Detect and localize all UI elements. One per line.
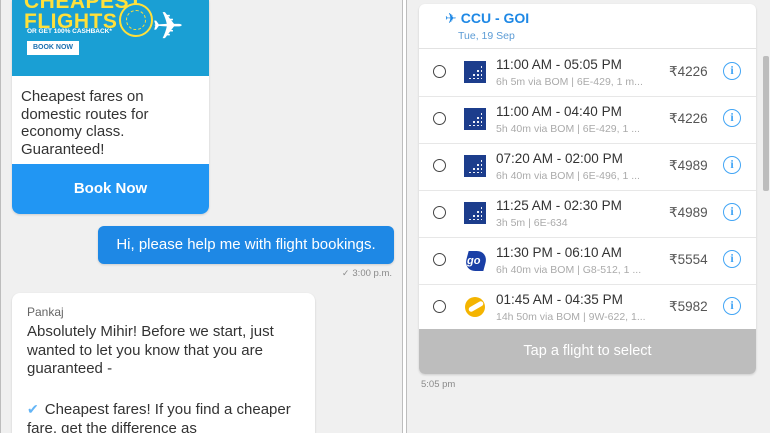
flight-detail: 6h 5m via BOM | 6E-429, 1 m... bbox=[496, 76, 643, 88]
book-now-button[interactable]: Book Now bbox=[12, 164, 209, 214]
indigo-logo-icon bbox=[464, 155, 486, 177]
user-message-time: ✓ 3:00 p.m. bbox=[341, 268, 392, 279]
scrollbar[interactable] bbox=[763, 56, 769, 191]
bot-message-text: Absolutely Mihir! Before we start, just … bbox=[27, 323, 274, 377]
promo-banner[interactable]: Cheapest Flights OR GET 100% CASHBACK* B… bbox=[12, 0, 209, 76]
guarantee-badge-icon bbox=[119, 3, 153, 37]
chat-panel-right: ✈ CCU - GOI Tue, 19 Sep 11:00 AM - 05:05 … bbox=[406, 0, 770, 433]
user-message-bubble: Hi, please help me with flight bookings. bbox=[98, 226, 394, 264]
flight-radio[interactable] bbox=[433, 300, 446, 313]
goair-logo-icon bbox=[464, 249, 486, 271]
flight-price: ₹5554 bbox=[669, 252, 708, 267]
bot-message-time: 5:05 pm bbox=[421, 379, 456, 390]
flight-row[interactable]: 11:25 AM - 02:30 PM 3h 5m | 6E-634 ₹4989… bbox=[419, 190, 756, 238]
flight-time: 11:00 AM - 04:40 PM bbox=[496, 104, 622, 119]
airplane-icon: ✈ bbox=[152, 6, 184, 48]
promo-card: Cheapest Flights OR GET 100% CASHBACK* B… bbox=[12, 0, 209, 214]
indigo-logo-icon bbox=[464, 108, 486, 130]
indigo-logo-icon bbox=[464, 61, 486, 83]
info-icon[interactable]: i bbox=[723, 156, 741, 174]
sent-check-icon: ✓ bbox=[341, 268, 350, 278]
info-icon[interactable]: i bbox=[723, 297, 741, 315]
flight-price: ₹5982 bbox=[669, 299, 708, 314]
flight-time: 07:20 AM - 02:00 PM bbox=[496, 151, 623, 166]
airplane-icon: ✈ bbox=[445, 10, 457, 26]
flight-row[interactable]: 07:20 AM - 02:00 PM 6h 40m via BOM | 6E-… bbox=[419, 143, 756, 191]
flight-radio[interactable] bbox=[433, 159, 446, 172]
flight-radio[interactable] bbox=[433, 253, 446, 266]
info-icon[interactable]: i bbox=[723, 250, 741, 268]
promo-description: Cheapest fares on domestic routes for ec… bbox=[21, 88, 149, 158]
info-icon[interactable]: i bbox=[723, 62, 741, 80]
flight-detail: 6h 40m via BOM | 6E-496, 1 ... bbox=[496, 170, 640, 182]
flight-price: ₹4989 bbox=[669, 158, 708, 173]
flight-price: ₹4989 bbox=[669, 205, 708, 220]
flight-detail: 3h 5m | 6E-634 bbox=[496, 217, 568, 229]
flight-row[interactable]: 01:45 AM - 04:35 PM 14h 50m via BOM | 9W… bbox=[419, 284, 756, 332]
promo-cashback-text: OR GET 100% CASHBACK* bbox=[27, 28, 112, 35]
route-title: ✈ CCU - GOI bbox=[445, 10, 530, 26]
route-date: Tue, 19 Sep bbox=[458, 30, 515, 42]
flight-row[interactable]: 11:00 AM - 05:05 PM 6h 5m via BOM | 6E-4… bbox=[419, 49, 756, 97]
route-header: ✈ CCU - GOI Tue, 19 Sep bbox=[419, 4, 756, 49]
flight-detail: 14h 50m via BOM | 9W-622, 1... bbox=[496, 311, 646, 323]
select-flight-button[interactable]: Tap a flight to select bbox=[419, 329, 756, 374]
flight-price: ₹4226 bbox=[669, 64, 708, 79]
flight-row[interactable]: 11:30 PM - 06:10 AM 6h 40m via BOM | G8-… bbox=[419, 237, 756, 285]
indigo-logo-icon bbox=[464, 202, 486, 224]
flight-row[interactable]: 11:00 AM - 04:40 PM 5h 40m via BOM | 6E-… bbox=[419, 96, 756, 144]
promo-book-now-button[interactable]: BOOK NOW bbox=[27, 41, 79, 55]
flight-radio[interactable] bbox=[433, 206, 446, 219]
bot-bullet: ✔ Cheapest fares! If you find a cheaper f… bbox=[27, 401, 291, 433]
flight-time: 11:25 AM - 02:30 PM bbox=[496, 198, 622, 213]
chat-panel-left: Cheapest Flights OR GET 100% CASHBACK* B… bbox=[0, 0, 403, 433]
flight-time: 01:45 AM - 04:35 PM bbox=[496, 292, 623, 307]
flight-time: 11:30 PM - 06:10 AM bbox=[496, 245, 622, 260]
bot-sender-name: Pankaj bbox=[27, 305, 64, 319]
flight-radio[interactable] bbox=[433, 65, 446, 78]
jet-airways-logo-icon bbox=[464, 296, 486, 318]
info-icon[interactable]: i bbox=[723, 203, 741, 221]
info-icon[interactable]: i bbox=[723, 109, 741, 127]
flight-detail: 5h 40m via BOM | 6E-429, 1 ... bbox=[496, 123, 640, 135]
bot-message-bubble: Pankaj Absolutely Mihir! Before we start… bbox=[12, 293, 315, 433]
check-icon: ✔ bbox=[27, 401, 39, 417]
flight-detail: 6h 40m via BOM | G8-512, 1 ... bbox=[496, 264, 642, 276]
flight-price: ₹4226 bbox=[669, 111, 708, 126]
flight-options-card: ✈ CCU - GOI Tue, 19 Sep 11:00 AM - 05:05 … bbox=[419, 4, 756, 374]
flight-radio[interactable] bbox=[433, 112, 446, 125]
flight-time: 11:00 AM - 05:05 PM bbox=[496, 57, 622, 72]
